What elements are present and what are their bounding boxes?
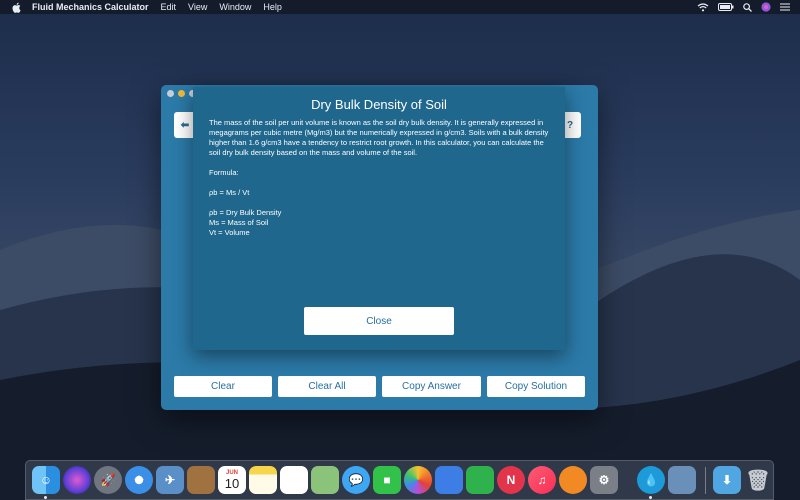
copy-answer-button[interactable]: Copy Answer bbox=[382, 376, 481, 397]
close-button[interactable]: Close bbox=[304, 307, 454, 335]
drop-icon[interactable]: 💧 bbox=[637, 466, 665, 494]
preview-icon[interactable]: ✈ bbox=[156, 466, 184, 494]
trash-icon[interactable]: 🗑 bbox=[744, 466, 772, 494]
news-icon[interactable]: N bbox=[497, 466, 525, 494]
battery-icon[interactable] bbox=[718, 3, 734, 11]
definition-line: ρb = Dry Bulk Density bbox=[209, 208, 282, 217]
siri-icon[interactable] bbox=[63, 466, 91, 494]
close-window-button[interactable] bbox=[167, 90, 174, 97]
safari-icon[interactable]: ✦ bbox=[125, 466, 153, 494]
dock: ☺ 🚀 ✦ ✈ JUN 10 💬 ■ N ♫ ⚙ 💧 ⬇ 🗑 bbox=[25, 460, 774, 500]
sheet-content: The mass of the soil per unit volume is … bbox=[209, 118, 549, 238]
calendar-icon[interactable]: JUN 10 bbox=[218, 466, 246, 494]
clear-button[interactable]: Clear bbox=[174, 376, 272, 397]
notes-icon[interactable] bbox=[249, 466, 277, 494]
siri-menu-icon[interactable] bbox=[761, 2, 771, 12]
back-arrow-icon: ⬅ bbox=[180, 119, 190, 131]
menu-edit[interactable]: Edit bbox=[161, 2, 177, 12]
messages-icon[interactable]: 💬 bbox=[342, 466, 370, 494]
keynote-icon[interactable] bbox=[435, 466, 463, 494]
minimize-window-button[interactable] bbox=[178, 90, 185, 97]
copy-solution-button[interactable]: Copy Solution bbox=[487, 376, 585, 397]
menu-view[interactable]: View bbox=[188, 2, 207, 12]
facetime-icon[interactable]: ■ bbox=[373, 466, 401, 494]
finder-icon[interactable]: ☺ bbox=[32, 466, 60, 494]
clear-all-button[interactable]: Clear All bbox=[278, 376, 376, 397]
status-area bbox=[697, 0, 790, 14]
notefile-icon[interactable] bbox=[187, 466, 215, 494]
control-menu-icon[interactable] bbox=[780, 3, 790, 11]
wifi-icon[interactable] bbox=[697, 2, 709, 12]
dock-separator bbox=[705, 467, 706, 494]
maps-icon[interactable] bbox=[311, 466, 339, 494]
action-button-row: Clear Clear All Copy Answer Copy Solutio… bbox=[174, 376, 585, 397]
formula-text: ρb = Ms / Vt bbox=[209, 188, 250, 197]
launchpad-icon[interactable]: 🚀 bbox=[94, 466, 122, 494]
numbers-icon[interactable] bbox=[466, 466, 494, 494]
sheet-title: Dry Bulk Density of Soil bbox=[311, 97, 447, 112]
running-indicator bbox=[44, 496, 47, 499]
menu-window[interactable]: Window bbox=[219, 2, 251, 12]
photos-icon[interactable] bbox=[404, 466, 432, 494]
spotlight-search-icon[interactable] bbox=[743, 2, 752, 12]
definition-line: Vt = Volume bbox=[209, 228, 250, 237]
music-icon[interactable]: ♫ bbox=[528, 466, 556, 494]
description-text: The mass of the soil per unit volume is … bbox=[209, 118, 549, 157]
menu-help[interactable]: Help bbox=[263, 2, 282, 12]
app-name-menu[interactable]: Fluid Mechanics Calculator bbox=[32, 2, 149, 12]
apple-menu-icon[interactable] bbox=[12, 2, 22, 13]
books-icon[interactable] bbox=[559, 466, 587, 494]
reminders-icon[interactable] bbox=[280, 466, 308, 494]
definition-line: Ms = Mass of Soil bbox=[209, 218, 269, 227]
info-sheet: Dry Bulk Density of Soil The mass of the… bbox=[193, 87, 565, 350]
screenshot-icon[interactable] bbox=[668, 466, 696, 494]
system-preferences-icon[interactable]: ⚙ bbox=[590, 466, 618, 494]
running-indicator bbox=[649, 496, 652, 499]
downloads-folder-icon[interactable]: ⬇ bbox=[713, 466, 741, 494]
formula-heading: Formula: bbox=[209, 168, 239, 177]
menu-bar: Fluid Mechanics Calculator Edit View Win… bbox=[0, 0, 800, 14]
